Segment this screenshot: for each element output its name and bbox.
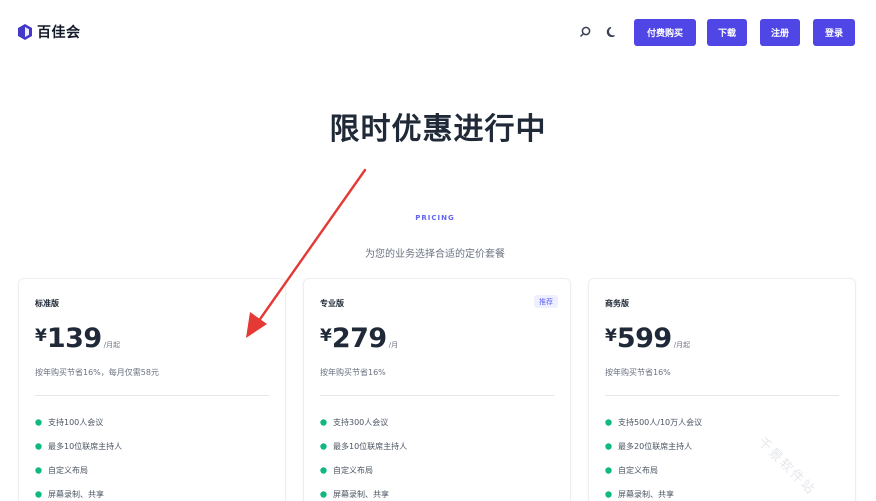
feature-text: 最多20位联席主持人 — [618, 441, 693, 451]
recommended-badge: 推荐 — [534, 295, 558, 308]
feature-item: 自定义布局 — [320, 464, 407, 476]
price-unit: /月起 — [103, 341, 121, 349]
feature-item: 屏幕录制、共享 — [320, 488, 407, 500]
price-amount: 139 — [46, 323, 102, 354]
feature-item: 支持300人会议 — [320, 416, 407, 428]
check-icon — [605, 466, 612, 474]
plan-note: 按年购买节省16% — [605, 368, 671, 377]
feature-text: 最多10位联席主持人 — [48, 441, 123, 451]
feature-list: 支持100人会议 最多10位联席主持人 自定义布局 屏幕录制、共享 — [35, 416, 122, 501]
theme-toggle-icon[interactable] — [605, 25, 619, 39]
feature-text: 自定义布局 — [333, 465, 373, 475]
check-icon — [35, 442, 42, 450]
feature-text: 支持100人会议 — [48, 417, 104, 427]
logo-icon — [18, 24, 32, 40]
price-unit: /月 — [388, 341, 399, 349]
check-icon — [320, 490, 327, 498]
search-icon[interactable] — [578, 25, 592, 39]
feature-text: 屏幕录制、共享 — [333, 489, 389, 499]
feature-item: 自定义布局 — [35, 464, 122, 476]
plan-price: ¥ 279 /月 — [320, 323, 398, 354]
logo[interactable]: 百佳会 — [18, 22, 81, 42]
feature-item: 最多10位联席主持人 — [35, 440, 122, 452]
feature-text: 屏幕录制、共享 — [48, 489, 104, 499]
plan-note: 按年购买节省16% — [320, 368, 386, 377]
feature-list: 支持500人/10万人会议 最多20位联席主持人 自定义布局 屏幕录制、共享 — [605, 416, 702, 501]
feature-item: 最多10位联席主持人 — [320, 440, 407, 452]
feature-text: 支持500人/10万人会议 — [618, 417, 703, 427]
card-divider — [605, 395, 839, 396]
price-amount: 599 — [616, 323, 672, 354]
plan-price: ¥ 599 /月起 — [605, 323, 690, 354]
hero-title: 限时优惠进行中 — [329, 112, 547, 147]
price-currency: ¥ — [35, 326, 47, 346]
feature-item: 支持100人会议 — [35, 416, 122, 428]
buy-button[interactable]: 付费购买 — [634, 19, 696, 46]
pricing-subtitle: 为您的业务选择合适的定价套餐 — [365, 249, 505, 260]
card-divider — [320, 395, 554, 396]
check-icon — [35, 466, 42, 474]
plan-name: 专业版 — [320, 299, 344, 308]
check-icon — [320, 418, 327, 426]
feature-list: 支持300人会议 最多10位联席主持人 自定义布局 屏幕录制、共享 — [320, 416, 407, 501]
feature-text: 支持300人会议 — [333, 417, 389, 427]
price-amount: 279 — [331, 323, 387, 354]
feature-text: 屏幕录制、共享 — [618, 489, 674, 499]
check-icon — [605, 442, 612, 450]
plan-price: ¥ 139 /月起 — [35, 323, 120, 354]
plan-note: 按年购买节省16%，每月仅需58元 — [35, 368, 159, 377]
plan-card-professional[interactable]: 专业版 推荐 ¥ 279 /月 按年购买节省16% 支持300人会议 最多10位… — [303, 278, 571, 501]
plan-card-business[interactable]: 商务版 ¥ 599 /月起 按年购买节省16% 支持500人/10万人会议 最多… — [588, 278, 856, 501]
plan-name: 商务版 — [605, 299, 629, 308]
check-icon — [320, 466, 327, 474]
price-currency: ¥ — [320, 326, 332, 346]
check-icon — [605, 418, 612, 426]
price-unit: /月起 — [673, 341, 691, 349]
feature-item: 自定义布局 — [605, 464, 702, 476]
card-divider — [35, 395, 269, 396]
feature-item: 屏幕录制、共享 — [605, 488, 702, 500]
top-navbar: 百佳会 付费购买 下载 注册 登录 — [0, 0, 876, 66]
plan-card-standard[interactable]: 标准版 ¥ 139 /月起 按年购买节省16%，每月仅需58元 支持100人会议… — [18, 278, 286, 501]
feature-text: 最多10位联席主持人 — [333, 441, 408, 451]
download-button[interactable]: 下载 — [707, 19, 747, 46]
pricing-label: PRICING — [415, 214, 455, 222]
feature-text: 自定义布局 — [48, 465, 88, 475]
check-icon — [35, 418, 42, 426]
check-icon — [605, 490, 612, 498]
logo-text: 百佳会 — [37, 25, 81, 41]
feature-item: 支持500人/10万人会议 — [605, 416, 702, 428]
plan-name: 标准版 — [35, 299, 59, 308]
price-currency: ¥ — [605, 326, 617, 346]
feature-item: 屏幕录制、共享 — [35, 488, 122, 500]
check-icon — [320, 442, 327, 450]
check-icon — [35, 490, 42, 498]
feature-item: 最多20位联席主持人 — [605, 440, 702, 452]
feature-text: 自定义布局 — [618, 465, 658, 475]
register-button[interactable]: 注册 — [760, 19, 800, 46]
login-button[interactable]: 登录 — [813, 19, 855, 46]
